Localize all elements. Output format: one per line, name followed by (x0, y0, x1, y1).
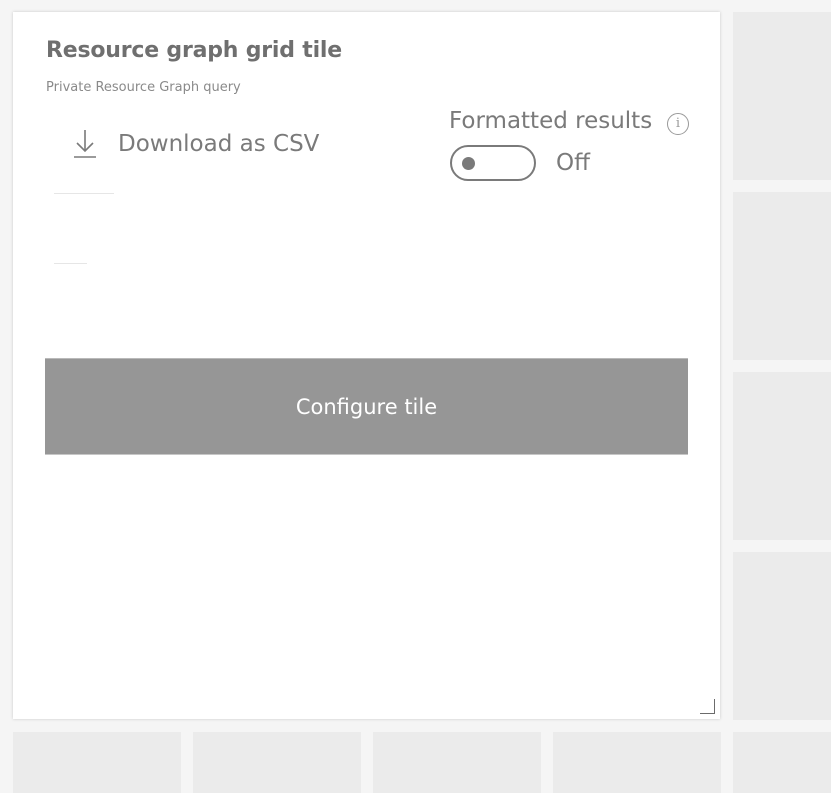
empty-grid-cell[interactable] (733, 552, 831, 720)
empty-grid-cell[interactable] (193, 732, 361, 793)
empty-grid-cell[interactable] (553, 732, 721, 793)
formatted-results-toggle[interactable] (450, 145, 536, 181)
tile-subtitle: Private Resource Graph query (46, 80, 241, 95)
download-csv-button[interactable]: Download as CSV (72, 126, 319, 162)
tile-title: Resource graph grid tile (46, 38, 342, 63)
placeholder-line (54, 193, 114, 194)
configure-tile-button[interactable]: Configure tile (45, 358, 688, 455)
info-icon[interactable]: i (667, 113, 689, 135)
download-icon (74, 130, 96, 158)
toggle-state-label: Off (556, 150, 590, 176)
resource-graph-grid-tile[interactable]: Resource graph grid tile Private Resourc… (13, 12, 720, 719)
empty-grid-cell[interactable] (733, 372, 831, 540)
download-csv-label: Download as CSV (118, 131, 320, 157)
empty-grid-cell[interactable] (733, 12, 831, 180)
empty-grid-cell[interactable] (733, 192, 831, 360)
toggle-knob (462, 157, 475, 170)
tile-content: Resource graph grid tile Private Resourc… (13, 12, 720, 719)
resize-handle-icon[interactable] (700, 699, 715, 714)
empty-grid-cell[interactable] (373, 732, 541, 793)
empty-grid-cell[interactable] (733, 732, 831, 793)
empty-grid-cell[interactable] (13, 732, 181, 793)
placeholder-line (54, 263, 87, 264)
formatted-results-label: Formatted results (449, 108, 653, 134)
